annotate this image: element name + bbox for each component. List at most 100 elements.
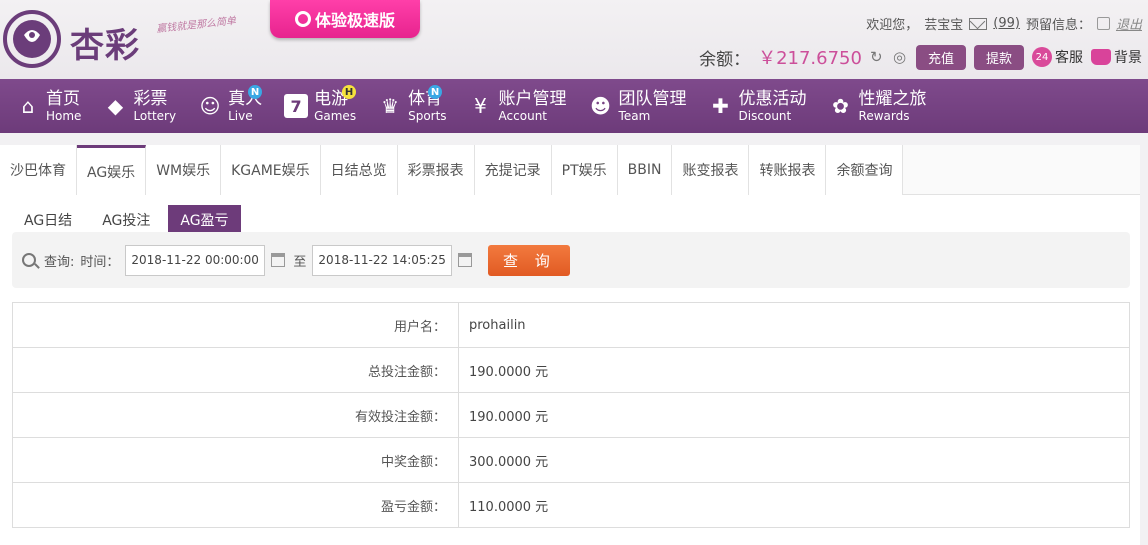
lottery-icon: ◆: [107, 94, 124, 118]
nav-label-cn: 优惠活动: [738, 88, 807, 109]
tab-account-changes[interactable]: 账变报表: [672, 145, 750, 195]
row-key: 有效投注金额：: [12, 392, 459, 438]
nav-item-team[interactable]: ☻ 团队管理 Team: [581, 79, 701, 133]
row-key: 用户名：: [12, 302, 459, 348]
deposit-button[interactable]: 充值: [915, 44, 966, 70]
withdraw-button[interactable]: 提款: [973, 44, 1024, 70]
content-area: 沙巴体育 AG娱乐 WM娱乐 KGAME娱乐 日结总览 彩票报表 充提记录 PT…: [0, 133, 1148, 545]
refresh-icon[interactable]: ↻: [870, 49, 885, 65]
nav-label-en: Sports: [408, 108, 447, 123]
row-value: 190.0000 元: [458, 392, 1130, 438]
nav-label-en: Team: [618, 108, 651, 123]
home-icon: ⌂: [21, 94, 35, 118]
nav-item-account[interactable]: ¥ 账户管理 Account: [461, 79, 581, 133]
welcome-text: 欢迎您，: [866, 18, 919, 33]
tab-kgame[interactable]: KGAME娱乐: [221, 145, 321, 195]
nav-item-sports[interactable]: ♛ 体育 Sports N: [370, 79, 460, 133]
subtab-ag-daily[interactable]: AG日结: [12, 205, 84, 235]
nav-item-games[interactable]: 7 电游 Games H: [276, 79, 370, 133]
account-icon: ¥: [474, 94, 487, 118]
logo-icon[interactable]: [2, 8, 62, 70]
end-date-input[interactable]: [312, 244, 453, 276]
tab-ag[interactable]: AG娱乐: [77, 145, 147, 195]
tab-bbin[interactable]: BBIN: [617, 145, 673, 195]
nav-item-live[interactable]: ☺ 真人 Live N: [190, 79, 276, 133]
nav-label-en: Discount: [738, 108, 792, 123]
username: 芸宝宝: [924, 18, 964, 33]
nav-label-en: Rewards: [858, 108, 910, 123]
nav-label-cn: 性耀之旅: [858, 88, 927, 109]
tab-wm[interactable]: WM娱乐: [146, 145, 222, 195]
logo-text[interactable]: 杏彩: [70, 18, 140, 67]
nav-item-discount[interactable]: ✚ 优惠活动 Discount: [701, 79, 821, 133]
tab-balance-query[interactable]: 余额查询: [826, 145, 904, 195]
start-date-input[interactable]: [125, 244, 266, 276]
customer-service-icon: 24: [1032, 47, 1052, 67]
subtab-ag-profit[interactable]: AG盈亏: [168, 205, 241, 235]
background-link[interactable]: 背景: [1091, 47, 1142, 67]
nav-label-en: Live: [228, 108, 253, 123]
table-row: 用户名： prohailin: [12, 302, 1130, 348]
nav-item-home[interactable]: ⌂ 首页 Home: [8, 79, 95, 133]
mail-icon[interactable]: [969, 17, 988, 30]
tab-pt[interactable]: PT娱乐: [551, 145, 618, 195]
calendar-icon[interactable]: [271, 253, 286, 267]
games-icon: 7: [284, 94, 309, 118]
nav-label-en: Lottery: [133, 108, 177, 123]
result-table: 用户名： prohailin 总投注金额： 190.0000 元 有效投注金额：…: [12, 302, 1130, 528]
edit-icon[interactable]: [1096, 17, 1110, 30]
new-badge: N: [248, 85, 263, 99]
row-value: 110.0000 元: [458, 482, 1130, 528]
logout-link[interactable]: 退出: [1116, 14, 1142, 33]
query-button[interactable]: 查 询: [488, 244, 571, 276]
row-value: 300.0000 元: [458, 437, 1130, 483]
subtab-ag-bets[interactable]: AG投注: [90, 205, 162, 235]
nav-label-en: Games: [314, 108, 357, 123]
live-icon: ☺: [199, 94, 221, 118]
gift-icon: ✚: [712, 94, 729, 118]
main-nav: ⌂ 首页 Home ◆ 彩票 Lottery ☺ 真人 Live N 7 电游 Game…: [0, 79, 1148, 133]
nav-label-cn: 首页: [46, 88, 80, 109]
customer-service-link[interactable]: 24 客服: [1032, 47, 1083, 67]
calendar-icon[interactable]: [458, 253, 473, 267]
report-tabs: 沙巴体育 AG娱乐 WM娱乐 KGAME娱乐 日结总览 彩票报表 充提记录 PT…: [0, 145, 1140, 195]
time-label: 时间：: [80, 254, 120, 270]
tab-transfer-report[interactable]: 转账报表: [749, 145, 827, 195]
tab-shaba-sports[interactable]: 沙巴体育: [0, 145, 77, 195]
balance-bar: 余额： ￥217.6750 ↻ ◎ 充值 提款 24 客服 背景: [699, 44, 1142, 70]
row-key: 中奖金额：: [12, 437, 459, 483]
hot-badge: H: [342, 85, 357, 99]
background-label: 背景: [1114, 50, 1142, 66]
user-info-bar: 欢迎您， 芸宝宝 (99) 预留信息： 退出: [866, 14, 1142, 33]
row-value: 190.0000 元: [458, 347, 1130, 393]
new-badge: N: [428, 85, 443, 99]
tab-daily-summary[interactable]: 日结总览: [320, 145, 398, 195]
trophy-icon: ♛: [381, 94, 400, 118]
header: 杏彩 赢钱就是那么简单 体验极速版 欢迎您， 芸宝宝 (99) 预留信息： 退出…: [0, 0, 1148, 79]
speed-icon: [294, 11, 311, 27]
nav-label-cn: 团队管理: [618, 88, 687, 109]
tab-lottery-report[interactable]: 彩票报表: [397, 145, 475, 195]
nav-item-lottery[interactable]: ◆ 彩票 Lottery: [95, 79, 190, 133]
sub-tabs: AG日结 AG投注 AG盈亏: [12, 205, 241, 235]
nav-label-cn: 彩票: [133, 88, 168, 109]
mail-count-link[interactable]: (99): [993, 16, 1020, 31]
nav-label-en: Home: [46, 108, 82, 123]
nav-label-en: Account: [498, 108, 547, 123]
row-key: 盈亏金额：: [12, 482, 459, 528]
customer-service-label: 客服: [1055, 50, 1083, 66]
slogan: 赢钱就是那么简单: [155, 15, 237, 36]
row-value: prohailin: [458, 302, 1130, 348]
query-label: 查询:: [44, 254, 75, 270]
rewards-icon: ✿: [832, 94, 849, 118]
to-label: 至: [293, 254, 307, 270]
tab-deposit-withdraw[interactable]: 充提记录: [474, 145, 552, 195]
hide-eye-icon[interactable]: ◎: [893, 49, 908, 65]
speed-version-button[interactable]: 体验极速版: [270, 0, 420, 38]
search-icon: [22, 253, 36, 267]
nav-label-cn: 账户管理: [498, 88, 567, 109]
nav-item-rewards[interactable]: ✿ 性耀之旅 Rewards: [821, 79, 941, 133]
row-key: 总投注金额：: [12, 347, 459, 393]
table-row: 总投注金额： 190.0000 元: [12, 347, 1130, 393]
balance-value: ￥217.6750: [758, 48, 862, 69]
